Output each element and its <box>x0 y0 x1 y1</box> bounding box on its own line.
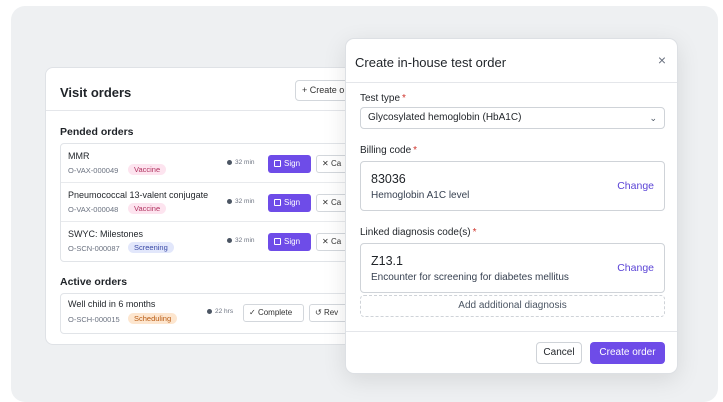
timer-icon <box>227 237 232 243</box>
diagnosis-code-box: Z13.1 Encounter for screening for diabet… <box>360 243 665 293</box>
required-marker: * <box>413 145 418 156</box>
status-badge: Screening <box>128 242 174 253</box>
cancel-label: Ca <box>330 198 342 207</box>
close-icon: ✕ <box>322 159 331 168</box>
check-icon: ✓ <box>249 308 258 317</box>
order-name: MMR <box>68 151 90 161</box>
order-name: SWYC: Milestones <box>68 229 144 239</box>
status-badge: Vaccine <box>128 203 167 214</box>
billing-code-description: Hemoglobin A1C level <box>371 190 470 201</box>
close-icon: ✕ <box>322 198 331 207</box>
status-badge: Scheduling <box>128 313 178 324</box>
sign-button[interactable]: Sign <box>268 233 311 251</box>
edit-icon <box>274 199 281 206</box>
timer: 32 min <box>227 159 255 166</box>
divider <box>346 331 677 332</box>
timer-icon <box>207 308 212 314</box>
sign-label: Sign <box>284 237 301 246</box>
chevron-down-icon: ⌄ <box>649 113 657 123</box>
order-name: Well child in 6 months <box>68 299 156 309</box>
timer-text: 32 min <box>235 237 255 244</box>
test-type-value: Glycosylated hemoglobin (HbA1C) <box>368 112 522 123</box>
order-row: SWYC: Milestones O-SCN-000087 Screening … <box>61 222 374 261</box>
order-id: O-VAX-000049 <box>68 166 119 175</box>
billing-code-label-text: Billing code <box>360 145 412 156</box>
required-marker: * <box>402 93 406 104</box>
change-diagnosis-link[interactable]: Change <box>617 262 654 274</box>
billing-code-box: 83036 Hemoglobin A1C level Change <box>360 161 665 211</box>
order-row: Well child in 6 months O-SCH-000015 Sche… <box>61 294 374 333</box>
diagnosis-label: Linked diagnosis code(s) * <box>360 227 477 238</box>
active-orders-list: Well child in 6 months O-SCH-000015 Sche… <box>60 293 374 334</box>
billing-code-value: 83036 <box>371 172 406 186</box>
sign-label: Sign <box>284 198 301 207</box>
sign-button[interactable]: Sign <box>268 194 311 212</box>
diagnosis-code-value: Z13.1 <box>371 254 403 268</box>
undo-icon: ↺ <box>315 308 324 317</box>
timer-icon <box>227 159 232 165</box>
order-row: MMR O-VAX-000049 Vaccine 32 min Sign ✕ C… <box>61 144 374 183</box>
timer: 32 min <box>227 237 255 244</box>
pended-orders-title: Pended orders <box>60 126 134 138</box>
add-diagnosis-button[interactable]: Add additional diagnosis <box>360 295 665 317</box>
order-row: Pneumococcal 13-valent conjugate O-VAX-0… <box>61 183 374 222</box>
cancel-label: Ca <box>330 159 342 168</box>
create-test-order-modal: Create in-house test order × Test type * … <box>345 38 678 374</box>
visit-orders-title: Visit orders <box>60 85 132 100</box>
pended-orders-list: MMR O-VAX-000049 Vaccine 32 min Sign ✕ C… <box>60 143 374 262</box>
modal-title: Create in-house test order <box>355 55 507 70</box>
test-type-label: Test type * <box>360 93 406 104</box>
close-icon[interactable]: × <box>655 53 669 67</box>
test-type-select[interactable]: Glycosylated hemoglobin (HbA1C) ⌄ <box>360 107 665 129</box>
divider <box>346 82 677 83</box>
cancel-label: Ca <box>330 237 342 246</box>
change-billing-link[interactable]: Change <box>617 180 654 192</box>
visit-orders-panel: Visit orders + Create o Pended orders MM… <box>45 67 375 345</box>
complete-label: Complete <box>257 308 293 317</box>
required-marker: * <box>472 227 477 238</box>
close-icon: ✕ <box>322 237 331 246</box>
edit-icon <box>274 160 281 167</box>
sign-label: Sign <box>284 159 301 168</box>
edit-icon <box>274 238 281 245</box>
timer-text: 32 min <box>235 159 255 166</box>
diagnosis-label-text: Linked diagnosis code(s) <box>360 227 471 238</box>
status-badge: Vaccine <box>128 164 167 175</box>
create-order-submit-button[interactable]: Create order <box>590 342 665 364</box>
diagnosis-code-description: Encounter for screening for diabetes mel… <box>371 272 569 283</box>
timer: 32 min <box>227 198 255 205</box>
cancel-button[interactable]: Cancel <box>536 342 582 364</box>
timer-text: 22 hrs <box>215 308 234 315</box>
timer: 22 hrs <box>207 308 233 315</box>
billing-code-label: Billing code * <box>360 145 417 156</box>
timer-text: 32 min <box>235 198 255 205</box>
sign-button[interactable]: Sign <box>268 155 311 173</box>
revert-label: Rev <box>323 308 339 317</box>
order-name: Pneumococcal 13-valent conjugate <box>68 190 209 200</box>
timer-icon <box>227 198 232 204</box>
active-orders-title: Active orders <box>60 276 128 288</box>
complete-button[interactable]: ✓ Complete <box>243 304 304 322</box>
order-id: O-VAX-000048 <box>68 205 119 214</box>
background-stage: Visit orders + Create o Pended orders MM… <box>11 6 718 402</box>
visit-orders-header: Visit orders + Create o <box>46 68 374 111</box>
test-type-label-text: Test type <box>360 93 401 104</box>
order-id: O-SCH-000015 <box>68 315 120 324</box>
order-id: O-SCN-000087 <box>68 244 120 253</box>
